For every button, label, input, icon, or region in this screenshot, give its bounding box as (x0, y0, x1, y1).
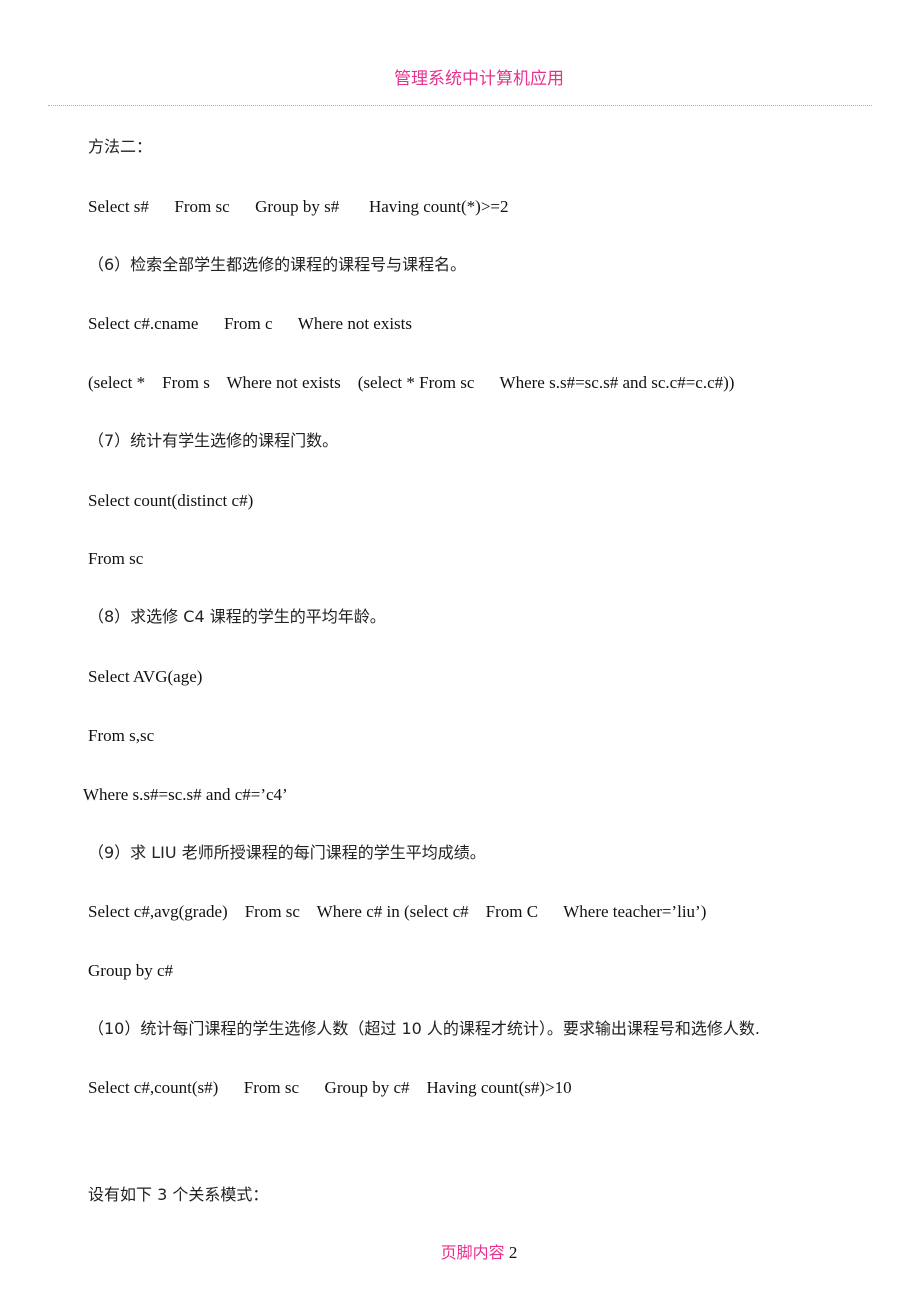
sql-line: Select AVG(age) (88, 667, 203, 686)
sql-line: Select s# From sc Group by s# Having cou… (88, 197, 509, 216)
question-10: （10）统计每门课程的学生选修人数（超过 10 人的课程才统计）。要求输出课程号… (88, 1019, 760, 1038)
sql-line: Where s.s#=sc.s# and c#=’c4’ (83, 785, 288, 804)
sql-line: Select c#.cname From c Where not exists (88, 314, 413, 333)
relation-schema-intro: 设有如下 3 个关系模式： (88, 1185, 269, 1204)
question-9: （9）求 LIU 老师所授课程的每门课程的学生平均成绩。 (88, 843, 486, 862)
sql-line: From sc (88, 549, 144, 568)
sql-line: Select c#,avg(grade) From sc Where c# in… (88, 902, 707, 921)
header-divider (48, 105, 872, 106)
page-number: 2 (508, 1243, 518, 1262)
question-7: （7）统计有学生选修的课程门数。 (88, 431, 339, 450)
question-6: （6）检索全部学生都选修的课程的课程号与课程名。 (88, 255, 467, 274)
sql-line: From s,sc (88, 726, 155, 745)
question-8: （8）求选修 C4 课程的学生的平均年龄。 (88, 607, 386, 626)
method-two-heading: 方法二： (88, 137, 153, 156)
sql-line: Select count(distinct c#) (88, 491, 254, 510)
page-footer: 页脚内容 2 (0, 1239, 920, 1263)
sql-line: Group by c# (88, 961, 173, 980)
page-header-title: 管理系统中计算机应用 (394, 69, 564, 89)
footer-label: 页脚内容 (440, 1243, 505, 1262)
sql-line: (select * From s Where not exists (selec… (88, 373, 735, 392)
sql-line: Select c#,count(s#) From sc Group by c# … (88, 1078, 572, 1097)
